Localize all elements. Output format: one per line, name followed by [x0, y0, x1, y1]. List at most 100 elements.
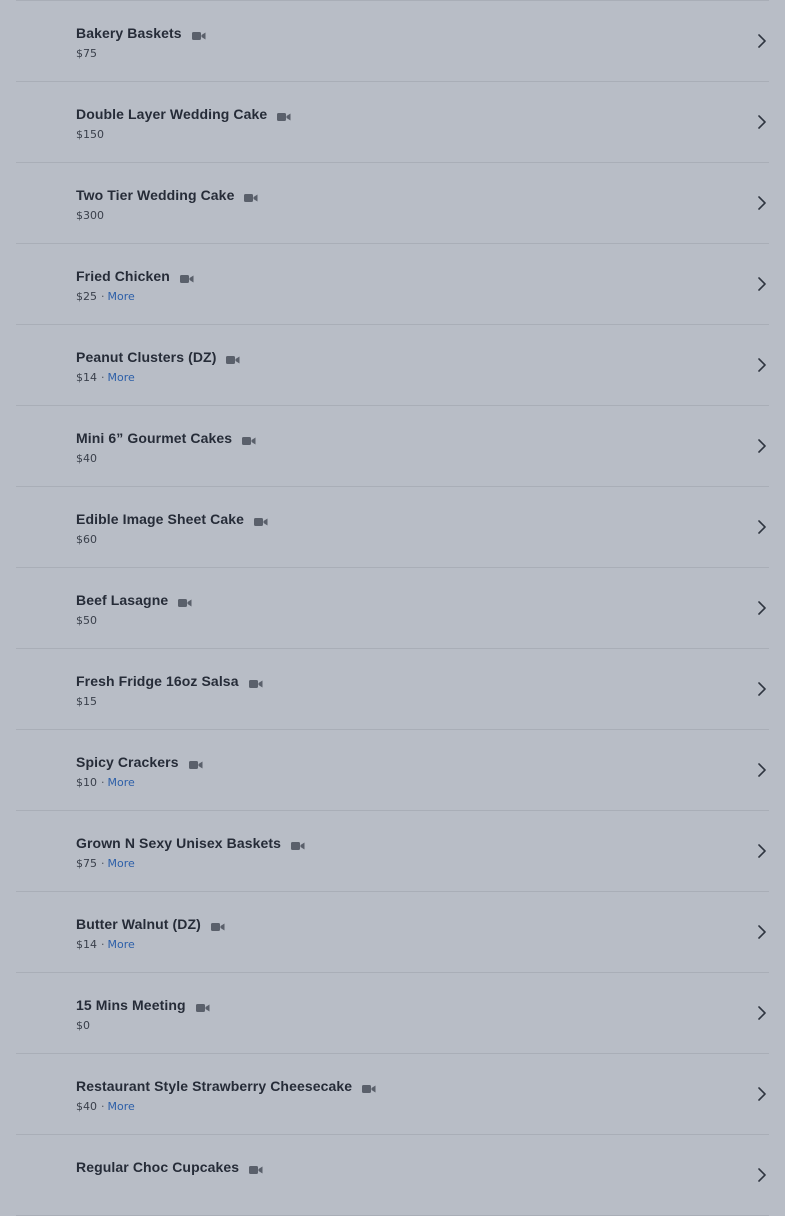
item-meta-line: $0 [76, 1017, 90, 1033]
list-item[interactable]: Fried Chicken $25 · More [16, 244, 769, 325]
item-price: $150 [76, 127, 104, 141]
video-camera-icon [291, 838, 305, 850]
item-title-line: Double Layer Wedding Cake [76, 105, 291, 123]
item-thumbnail [16, 13, 66, 69]
chevron-right-icon[interactable] [757, 33, 767, 49]
list-item[interactable]: Peanut Clusters (DZ) $14 · More [16, 325, 769, 406]
item-title-line: Butter Walnut (DZ) [76, 915, 225, 933]
item-title: Double Layer Wedding Cake [76, 106, 268, 122]
list-item[interactable]: 15 Mins Meeting $0 [16, 973, 769, 1054]
chevron-right-icon[interactable] [757, 762, 767, 778]
list-item[interactable]: Beef Lasagne $50 [16, 568, 769, 649]
item-thumbnail [16, 580, 66, 636]
item-price: $14 [76, 937, 97, 951]
item-title: Spicy Crackers [76, 754, 179, 770]
chevron-right-icon[interactable] [757, 357, 767, 373]
more-link[interactable]: More [108, 857, 135, 870]
video-camera-icon [178, 595, 192, 607]
item-thumbnail [16, 823, 66, 879]
chevron-right-icon[interactable] [757, 843, 767, 859]
video-camera-icon [188, 757, 203, 769]
item-thumbnail [16, 1147, 66, 1203]
item-thumbnail [16, 94, 66, 150]
list-item[interactable]: Fresh Fridge 16oz Salsa $15 [16, 649, 769, 730]
item-meta-line: $150 [76, 126, 104, 142]
more-link[interactable]: More [108, 1100, 135, 1113]
list-item[interactable]: Edible Image Sheet Cake $60 [16, 487, 769, 568]
item-title: Fried Chicken [76, 268, 170, 284]
separator-dot: · [101, 775, 105, 789]
chevron-right-icon[interactable] [757, 1005, 767, 1021]
list-item[interactable]: Bakery Baskets $75 [16, 1, 769, 82]
more-link[interactable]: More [108, 776, 135, 789]
item-price: $50 [76, 613, 97, 627]
item-title-line: Fresh Fridge 16oz Salsa [76, 672, 263, 690]
item-meta-line: $10 · More [76, 774, 135, 790]
video-camera-icon [179, 271, 194, 283]
separator-dot: · [101, 856, 105, 870]
chevron-right-icon[interactable] [757, 1086, 767, 1102]
more-link[interactable]: More [108, 938, 135, 951]
item-thumbnail [16, 742, 66, 798]
item-thumbnail [16, 661, 66, 717]
item-price: $75 [76, 46, 97, 60]
chevron-right-icon[interactable] [757, 1167, 767, 1183]
video-camera-icon [277, 109, 291, 121]
video-camera-icon [249, 1162, 263, 1174]
item-thumbnail [16, 1066, 66, 1122]
item-price: $75 [76, 856, 97, 870]
list-item[interactable]: Spicy Crackers $10 · More [16, 730, 769, 811]
more-link[interactable]: More [108, 371, 135, 384]
video-camera-icon [242, 433, 256, 445]
video-camera-icon [210, 919, 225, 931]
item-thumbnail [16, 499, 66, 555]
video-camera-icon [362, 1081, 376, 1093]
item-price: $25 [76, 289, 97, 303]
item-title: Grown N Sexy Unisex Baskets [76, 835, 282, 851]
separator-dot: · [101, 937, 105, 951]
chevron-right-icon[interactable] [757, 114, 767, 130]
chevron-right-icon[interactable] [757, 195, 767, 211]
list-item[interactable]: Double Layer Wedding Cake $150 [16, 82, 769, 163]
list-item[interactable]: Restaurant Style Strawberry Cheesecake $4… [16, 1054, 769, 1135]
item-thumbnail [16, 175, 66, 231]
chevron-right-icon[interactable] [757, 600, 767, 616]
item-title-line: 15 Mins Meeting [76, 996, 210, 1014]
item-title: 15 Mins Meeting [76, 997, 186, 1013]
chevron-right-icon[interactable] [757, 276, 767, 292]
item-title-line: Restaurant Style Strawberry Cheesecake [76, 1077, 376, 1095]
item-title-line: Beef Lasagne [76, 591, 192, 609]
item-price: $14 [76, 370, 97, 384]
list-item[interactable]: Butter Walnut (DZ) $14 · More [16, 892, 769, 973]
item-thumbnail [16, 985, 66, 1041]
list-item[interactable]: Two Tier Wedding Cake $300 [16, 163, 769, 244]
list-item[interactable]: Regular Choc Cupcakes [16, 1135, 769, 1216]
item-title: Beef Lasagne [76, 592, 169, 608]
item-price: $300 [76, 208, 104, 222]
chevron-right-icon[interactable] [757, 681, 767, 697]
item-title-line: Grown N Sexy Unisex Baskets [76, 834, 305, 852]
item-meta-line: $40 · More [76, 1098, 135, 1114]
chevron-right-icon[interactable] [757, 924, 767, 940]
video-camera-icon [248, 676, 263, 688]
more-link[interactable]: More [108, 290, 135, 303]
item-thumbnail [16, 256, 66, 312]
chevron-right-icon[interactable] [757, 519, 767, 535]
separator-dot: · [101, 289, 105, 303]
item-price: $40 [76, 451, 97, 465]
separator-dot: · [101, 370, 105, 384]
service-list: Bakery Baskets $75 Double Layer Wedding Ca… [16, 0, 769, 1216]
item-title-line: Spicy Crackers [76, 753, 203, 771]
item-thumbnail [16, 904, 66, 960]
item-meta-line: $25 · More [76, 288, 135, 304]
list-item[interactable]: Mini 6” Gourmet Cakes $40 [16, 406, 769, 487]
item-meta-line: $14 · More [76, 369, 135, 385]
item-title: Butter Walnut (DZ) [76, 916, 201, 932]
item-title-line: Mini 6” Gourmet Cakes [76, 429, 256, 447]
item-thumbnail [16, 337, 66, 393]
list-item[interactable]: Grown N Sexy Unisex Baskets $75 · More [16, 811, 769, 892]
item-meta-line: $75 [76, 45, 97, 61]
item-meta-line: $15 [76, 693, 97, 709]
video-camera-icon [226, 352, 240, 364]
chevron-right-icon[interactable] [757, 438, 767, 454]
